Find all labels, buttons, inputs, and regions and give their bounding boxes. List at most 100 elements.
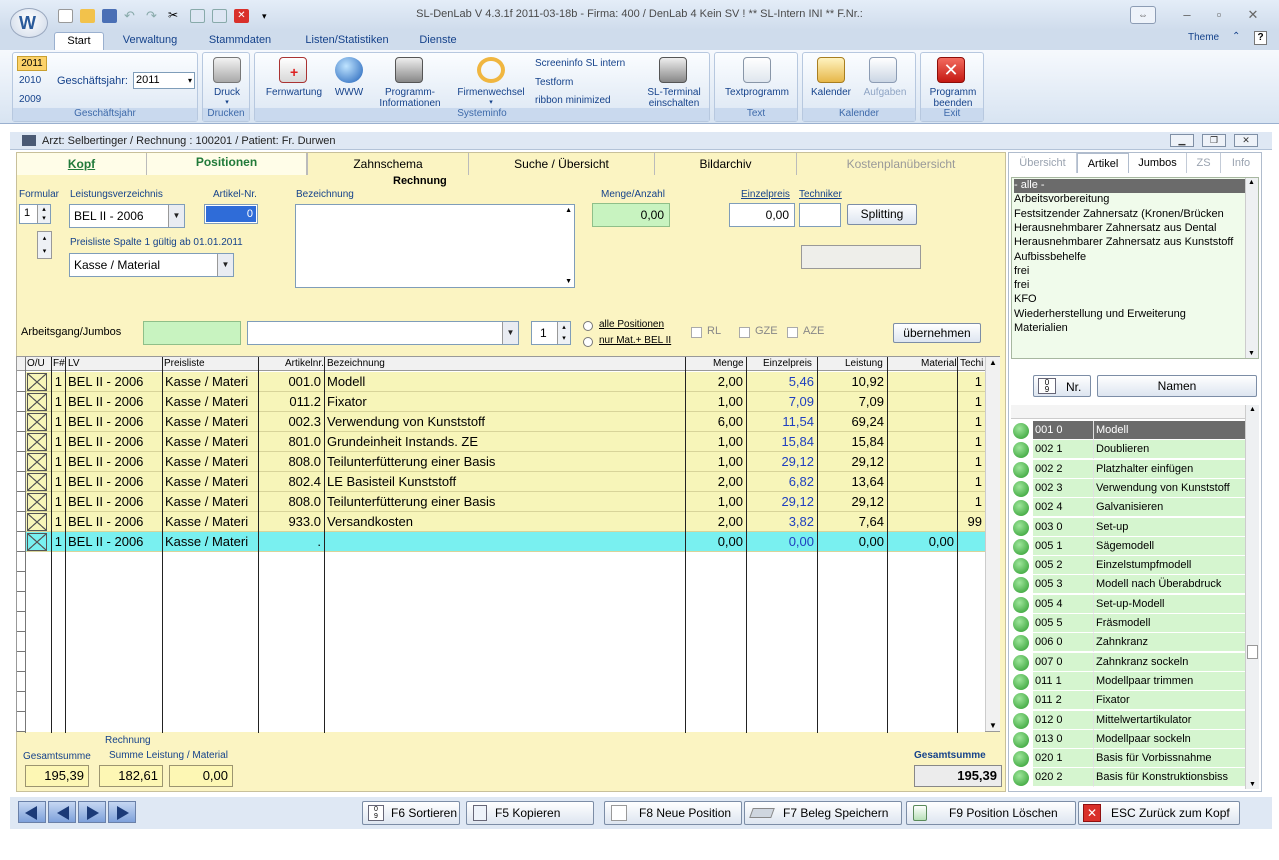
last-record-icon[interactable] [108, 801, 136, 823]
category-item[interactable]: Herausnehmbarer Zahnersatz aus Kunststof… [1014, 236, 1244, 250]
firmenwechsel-chevron-icon[interactable]: ▾ [451, 97, 531, 108]
checkbox-rl[interactable] [691, 327, 702, 338]
tab-bildarchiv[interactable]: Bildarchiv [655, 153, 797, 175]
aufgaben-button[interactable]: Aufgaben [857, 87, 913, 98]
chevron-down-icon[interactable]: ▼ [502, 322, 518, 344]
printer-icon[interactable] [213, 57, 241, 83]
spin-up-down-icon[interactable]: ▴ ▾ [37, 231, 52, 259]
category-scrollbar[interactable]: ▲ ▼ [1245, 178, 1258, 358]
tab-zs[interactable]: ZS [1187, 153, 1221, 173]
list-item[interactable]: 012 0 Mittelwertartikulator [1011, 710, 1245, 730]
tab-zahnschema[interactable]: Zahnschema [307, 153, 469, 175]
refresh-icon[interactable] [477, 57, 505, 83]
sl-terminal-button[interactable]: SL-Terminal einschalten [639, 87, 709, 109]
close-button[interactable]: ✕ [1240, 6, 1266, 24]
list-item[interactable]: 006 0 Zahnkranz [1011, 633, 1245, 653]
chevron-down-icon[interactable]: ▼ [168, 205, 184, 227]
mdi-restore-button[interactable]: ❐ [1202, 134, 1226, 147]
preisliste-select[interactable]: Kasse / Material ▼ [69, 253, 234, 277]
zurueck-button[interactable]: ✕ ESC Zurück zum Kopf [1078, 801, 1240, 825]
list-item[interactable]: 003 0 Set-up [1011, 517, 1245, 537]
jumbo-select[interactable]: ▼ [247, 321, 519, 345]
tab-info[interactable]: Info [1221, 153, 1261, 173]
list-item[interactable]: 005 5 Fräsmodell [1011, 614, 1245, 633]
list-item[interactable]: 005 2 Einzelstumpfmodell [1011, 556, 1245, 576]
chevron-down-icon[interactable]: ▾ [188, 73, 192, 88]
list-item[interactable]: 011 1 Modellpaar trimmen [1011, 671, 1245, 691]
list-item[interactable]: 002 1 Doublieren [1011, 440, 1245, 460]
globe-icon[interactable] [335, 57, 363, 83]
scroll-down-icon[interactable]: ▼ [989, 721, 997, 730]
table-scrollbar[interactable]: ▲ ▼ [985, 357, 1000, 731]
tab-uebersicht[interactable]: Übersicht [1009, 153, 1077, 173]
techniker-input[interactable] [799, 203, 841, 227]
tab-jumbos[interactable]: Jumbos [1129, 153, 1187, 173]
mdi-close-button[interactable]: ✕ [1234, 134, 1258, 147]
category-item[interactable]: Wiederherstellung und Erweiterung [1014, 308, 1244, 322]
neue-position-button[interactable]: F8 Neue Position [604, 801, 742, 825]
textprogramm-button[interactable]: Textprogramm [715, 87, 799, 98]
category-item[interactable]: Arbeitsvorbereitung [1014, 193, 1244, 207]
terminal-icon[interactable] [659, 57, 687, 83]
www-button[interactable]: WWW [329, 87, 369, 98]
category-item[interactable]: frei [1014, 265, 1244, 279]
prev-record-icon[interactable] [48, 801, 76, 823]
list-item[interactable]: 005 4 Set-up-Modell [1011, 594, 1245, 614]
minimize-button[interactable]: – [1174, 6, 1200, 24]
list-item[interactable]: 013 0 Modellpaar sockeln [1011, 729, 1245, 749]
list-item[interactable]: 007 0 Zahnkranz sockeln [1011, 652, 1245, 672]
list-item[interactable]: 002 3 Verwendung von Kunststoff [1011, 478, 1245, 498]
tab-dienste[interactable]: Dienste [408, 32, 468, 50]
list-item[interactable]: 001 0 Modell [1011, 421, 1245, 440]
sort-namen-button[interactable]: Namen [1097, 375, 1257, 397]
first-aid-kit-icon[interactable]: + [279, 57, 307, 83]
chevron-down-icon[interactable]: ▼ [217, 254, 233, 276]
help-icon[interactable]: ? [1254, 31, 1267, 45]
jumbo-count-stepper[interactable]: 1 ▴ ▾ [531, 321, 571, 345]
category-item[interactable]: Aufbissbehelfe [1014, 251, 1244, 265]
radio-nur-mat[interactable] [583, 337, 593, 347]
testform-button[interactable]: Testform [535, 77, 573, 88]
category-item[interactable]: Festsitzender Zahnersatz (Kronen/Brücken [1014, 208, 1244, 222]
scroll-thumb[interactable] [1247, 645, 1258, 659]
screeninfo-button[interactable]: Screeninfo SL intern [535, 58, 625, 69]
scroll-down-icon[interactable]: ▼ [1249, 781, 1256, 788]
program-info-icon[interactable] [395, 57, 423, 83]
kalender-button[interactable]: Kalender [803, 87, 859, 98]
formular-stepper[interactable]: 1 ▴ ▾ [19, 204, 51, 224]
exit-icon[interactable]: ✕ [937, 57, 965, 83]
scroll-up-icon[interactable]: ▲ [565, 207, 572, 214]
einzelpreis-input[interactable]: 0,00 [729, 203, 795, 227]
alle-positionen-label[interactable]: alle Positionen [599, 319, 664, 330]
uebernehmen-button[interactable]: übernehmen [893, 323, 981, 343]
app-logo-icon[interactable]: W [10, 8, 48, 38]
artikel-input[interactable]: 0 [204, 204, 258, 224]
tasks-icon[interactable] [869, 57, 897, 83]
programm-info-button[interactable]: Programm- Informationen [369, 87, 451, 109]
checkbox-aze[interactable] [787, 327, 798, 338]
list-item[interactable]: 020 2 Basis für Konstruktionsbiss [1011, 768, 1245, 788]
scroll-up-icon[interactable]: ▲ [989, 358, 997, 367]
category-item[interactable]: frei [1014, 279, 1244, 293]
theme-label[interactable]: Theme [1188, 32, 1219, 43]
tab-kostenplan[interactable]: Kostenplanübersicht [797, 153, 1005, 175]
article-scrollbar[interactable]: ▲ ▼ [1245, 405, 1259, 789]
druck-chevron-icon[interactable]: ▾ [203, 97, 251, 108]
tab-positionen[interactable]: Positionen [147, 153, 307, 175]
calendar-icon[interactable] [817, 57, 845, 83]
category-item[interactable]: - alle - [1014, 179, 1245, 194]
category-item[interactable]: KFO [1014, 293, 1244, 307]
programm-beenden-button[interactable]: Programm beenden [921, 87, 985, 109]
stepper-arrows-icon[interactable]: ▴ ▾ [37, 205, 50, 223]
list-item[interactable]: 005 3 Modell nach Überabdruck [1011, 575, 1245, 595]
scroll-up-icon[interactable]: ▲ [1248, 179, 1255, 186]
sort-nr-button[interactable]: 09 Nr. [1033, 375, 1091, 397]
checkbox-gze[interactable] [739, 327, 750, 338]
fernwartung-button[interactable]: Fernwartung [257, 87, 331, 98]
position-loeschen-button[interactable]: F9 Position Löschen [906, 801, 1076, 825]
next-record-icon[interactable] [78, 801, 106, 823]
nur-mat-label[interactable]: nur Mat.+ BEL II [599, 335, 671, 346]
list-item[interactable]: 020 1 Basis für Vorbissnahme [1011, 749, 1245, 769]
scroll-down-icon[interactable]: ▼ [565, 278, 572, 285]
scroll-up-icon[interactable]: ▲ [1249, 406, 1256, 413]
